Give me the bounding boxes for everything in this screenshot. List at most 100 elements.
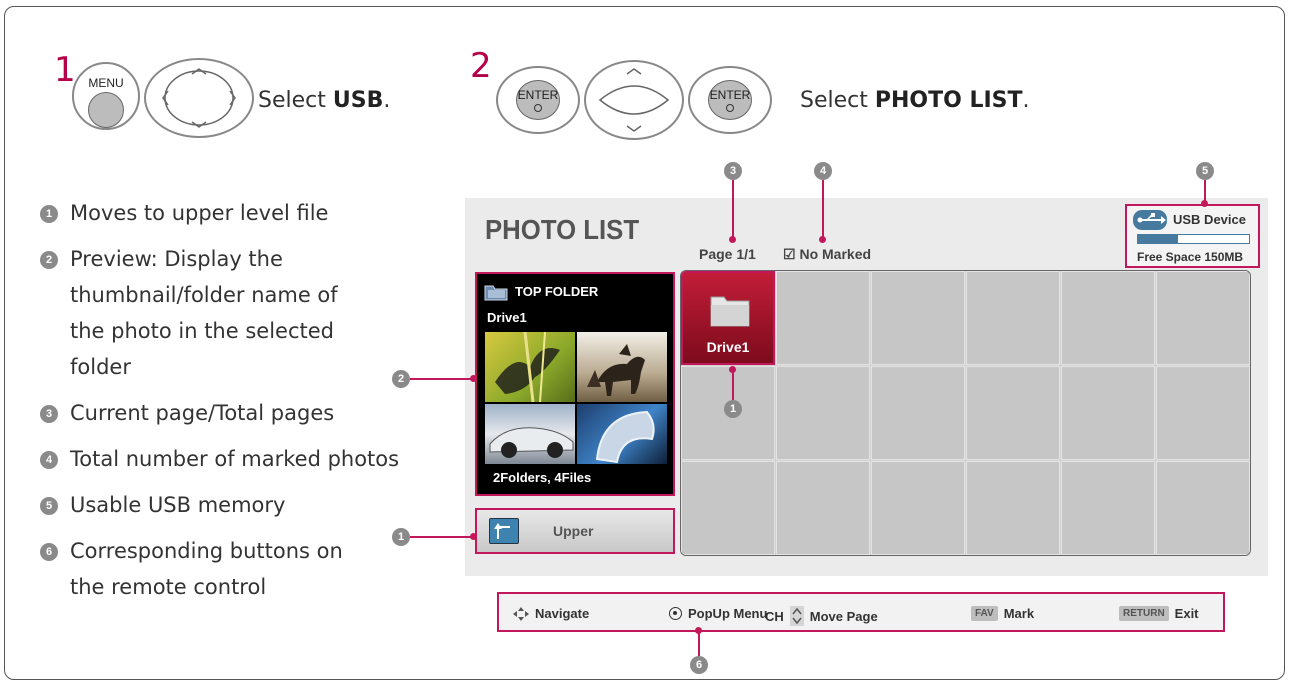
folder-icon [710,296,750,327]
step-1-suffix: . [383,88,391,113]
legend-item: 4 Total number of marked photos [40,446,430,477]
thumbnail-car [485,404,575,464]
callout-4: 4 [814,162,832,180]
hint-navigate: Navigate [513,606,589,621]
enter-button-2[interactable]: ENTER [688,66,772,134]
upper-button[interactable]: Upper [475,508,675,554]
preview-folder-label: TOP FOLDER [515,284,599,299]
marked-indicator: ☑ No Marked [783,246,871,263]
ch-updown-icon [789,606,804,626]
menu-button[interactable]: MENU [72,62,140,130]
usb-device-label: USB Device [1173,212,1246,227]
photo-list-screen: PHOTO LIST Page 1/1 ☑ No Marked USB Devi… [465,198,1268,576]
grid-cell-empty[interactable] [966,271,1060,365]
callout-3: 3 [724,162,742,180]
grid-cell-empty[interactable] [776,461,870,555]
step-1-prefix: Select [258,88,333,113]
marked-text: No Marked [799,246,872,262]
callout-2: 2 [392,370,410,388]
legend-number: 6 [40,543,58,561]
grid-cell-empty[interactable] [1156,461,1250,555]
grid-item-label: Drive1 [706,339,750,355]
enter-dot-icon [726,104,734,112]
folder-stack-icon [484,285,508,301]
grid-cell-empty[interactable] [871,366,965,460]
butterfly-image [495,332,560,402]
grid-cell-empty[interactable] [1156,366,1250,460]
hint-navigate-label: Navigate [535,606,590,621]
grid-cell-empty[interactable] [776,271,870,365]
grid-cell-empty[interactable] [776,366,870,460]
step-number-2: 2 [470,46,492,86]
hint-exit: RETURN Exit [1119,606,1199,621]
preview-drive-label: Drive1 [487,310,527,325]
hint-popup: PopUp Menu [669,606,767,621]
enter-button-1[interactable]: ENTER [496,66,580,134]
step-2-instruction: Select PHOTO LIST. [800,88,1030,113]
step-2-prefix: Select [800,88,875,113]
grid-cell-empty[interactable] [1061,461,1155,555]
grid-cell-empty[interactable] [966,366,1060,460]
step-1-target: USB [332,88,384,113]
grid-cell-empty[interactable] [1156,271,1250,365]
checkbox-icon: ☑ [783,246,796,262]
upper-button-label: Upper [553,523,594,539]
thumbnail-butterfly [485,332,575,402]
fav-key: FAV [971,606,998,621]
callout-1-upper-pin [470,533,477,540]
callout-1-grid: 1 [724,400,742,418]
hint-move-page-label: Move Page [809,608,878,624]
screen-title: PHOTO LIST [485,214,640,245]
grid-cell-empty[interactable] [1061,271,1155,365]
up-arrow-icon [494,523,510,539]
legend-text: Corresponding buttons on the remote cont… [70,539,343,599]
grid-cell-empty[interactable] [871,271,965,365]
callout-5: 5 [1196,162,1214,180]
phone-image [595,410,655,464]
step-1-instruction: Select USB. [258,88,390,113]
callout-4-line [822,180,824,240]
enter-dot-icon [669,607,682,620]
legend-item: 6 Corresponding buttons on the remote co… [40,538,370,605]
hint-ch-label: CH [765,608,784,624]
thumbnail-phone [577,404,667,464]
grid-item-drive1[interactable]: Drive1 [681,271,775,365]
preview-count-label: 2Folders, 4Files [493,470,592,485]
legend-text: Total number of marked photos [70,447,400,471]
legend-item: 3 Current page/Total pages [40,400,430,431]
up-down-button[interactable] [584,60,684,140]
callout-3-pin [729,236,736,243]
grid-cell-empty[interactable] [871,461,965,555]
step-2-suffix: . [1022,88,1030,113]
nav-pad-icon [162,68,236,128]
hint-move-page: CH Move Page [765,606,878,626]
legend-text: Current page/Total pages [70,401,335,425]
up-down-icon [598,68,670,132]
navigate-arrows-icon [513,606,529,621]
usb-free-space: Free Space 150MB [1137,250,1244,264]
legend-item: 1 Moves to upper level file [40,200,430,231]
legend-item: 2 Preview: Display the thumbnail/folder … [40,246,370,385]
legend-number: 5 [40,497,58,515]
hint-mark: FAV Mark [971,606,1034,621]
grid-cell-empty[interactable] [1061,366,1155,460]
enter-button-1-label: ENTER [517,88,559,102]
grid-cell-empty[interactable] [966,461,1060,555]
callout-1-upper: 1 [392,528,410,546]
hint-exit-label: Exit [1174,606,1199,621]
return-key: RETURN [1119,606,1169,621]
grid-cell-empty[interactable] [681,461,775,555]
hint-popup-label: PopUp Menu [688,606,768,621]
car-image [489,427,574,458]
usb-device-panel: USB Device Free Space 150MB [1125,204,1260,268]
enter-dot-icon [534,104,542,112]
legend-text: Usable USB memory [70,493,286,517]
callout-2-pin [470,375,477,382]
callout-4-pin [819,236,826,243]
nav-pad-button[interactable] [144,58,254,138]
thumbnail-horse [577,332,667,402]
legend-item: 5 Usable USB memory [40,492,430,523]
menu-button-label: MENU [88,76,124,90]
photo-grid: Drive1 [680,270,1251,556]
callout-6: 6 [690,656,708,674]
